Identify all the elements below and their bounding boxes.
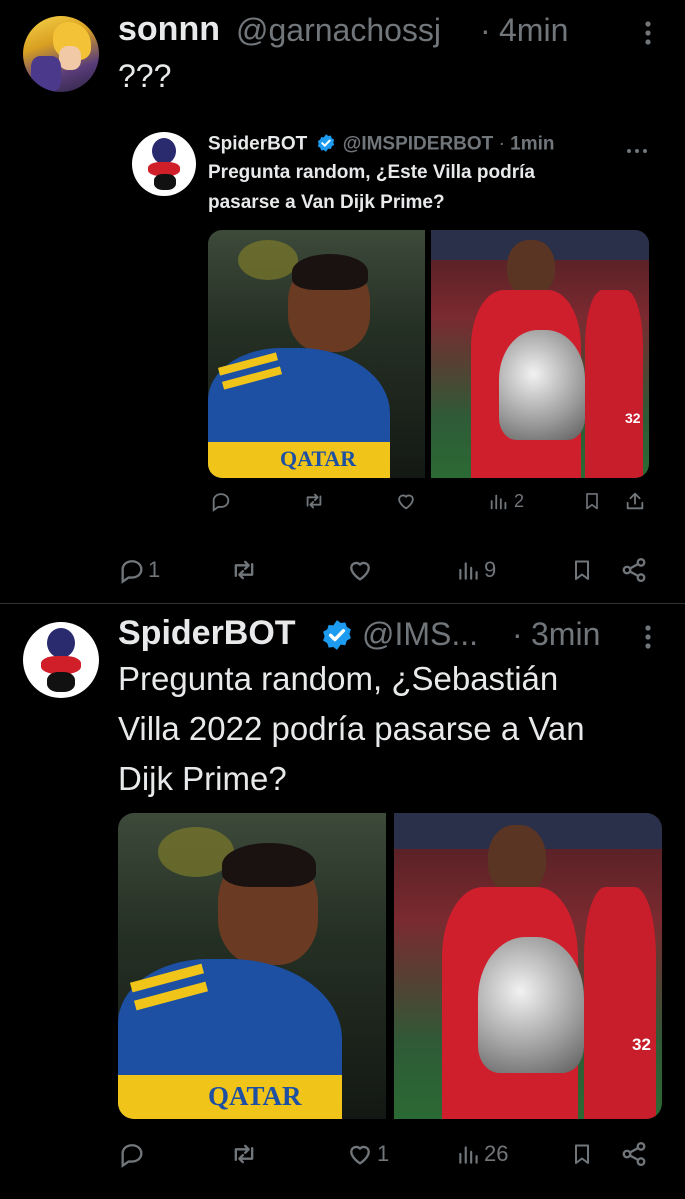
more-vertical-icon bbox=[645, 21, 651, 45]
quoted-display-name: SpiderBOT bbox=[208, 133, 308, 155]
views-icon bbox=[490, 494, 507, 510]
heart-icon bbox=[398, 494, 414, 510]
more-vertical-icon bbox=[645, 625, 651, 649]
quoted-meta-separator: · bbox=[498, 133, 505, 155]
avatar[interactable] bbox=[23, 622, 99, 698]
more-options-button[interactable] bbox=[638, 20, 658, 46]
quoted-more-icon bbox=[626, 141, 648, 159]
repost-icon bbox=[234, 1144, 254, 1164]
jersey-sponsor-text: QATAR bbox=[280, 446, 357, 471]
meta-separator: · bbox=[480, 12, 491, 48]
views-button[interactable]: 9 bbox=[456, 556, 496, 584]
quoted-like-button[interactable] bbox=[394, 490, 418, 512]
media-image-villa[interactable]: QATAR bbox=[208, 230, 425, 478]
author-display-name[interactable]: sonnn bbox=[118, 10, 220, 49]
tweet-text: ??? bbox=[118, 58, 172, 94]
quoted-tweet-card[interactable]: SpiderBOT @IMSPIDERBOT · 1min Pregunta r… bbox=[118, 114, 663, 534]
quoted-bookmark-button[interactable] bbox=[582, 490, 602, 512]
heart-icon bbox=[350, 1145, 370, 1165]
verified-badge-icon bbox=[317, 134, 334, 152]
bookmark-icon bbox=[575, 560, 589, 580]
views-icon bbox=[459, 562, 478, 580]
timestamp[interactable]: 4min bbox=[499, 12, 568, 49]
bookmark-icon bbox=[586, 493, 598, 510]
share-button[interactable] bbox=[620, 1140, 648, 1168]
bookmark-button[interactable] bbox=[570, 1140, 594, 1168]
reply-button[interactable]: 1 bbox=[118, 556, 160, 584]
media-image-van-dijk[interactable]: 32 bbox=[431, 230, 649, 478]
repost-button[interactable] bbox=[228, 1140, 260, 1168]
quoted-reply-button[interactable] bbox=[210, 490, 232, 512]
repost-icon bbox=[306, 493, 322, 509]
heart-icon bbox=[350, 561, 370, 581]
reply-button[interactable] bbox=[118, 1140, 146, 1168]
views-button[interactable]: 26 bbox=[456, 1140, 508, 1168]
quoted-views-button[interactable]: 2 bbox=[488, 490, 524, 512]
bookmark-icon bbox=[575, 1144, 589, 1164]
avatar[interactable] bbox=[23, 16, 99, 92]
author-handle[interactable]: @garnachossj bbox=[236, 12, 441, 49]
reply-icon bbox=[212, 493, 230, 512]
quoted-share-button[interactable] bbox=[624, 490, 646, 512]
repost-button[interactable] bbox=[228, 556, 260, 584]
reply-icon bbox=[121, 560, 143, 584]
tweet-text-line-1: Pregunta random, ¿Sebastián bbox=[118, 660, 559, 697]
like-button[interactable] bbox=[345, 556, 375, 584]
like-count: 1 bbox=[377, 1141, 390, 1166]
media-image-van-dijk[interactable]: 32 bbox=[394, 813, 662, 1119]
more-options-button[interactable] bbox=[638, 624, 658, 650]
bookmark-button[interactable] bbox=[570, 556, 594, 584]
views-count: 9 bbox=[484, 557, 497, 582]
reply-count: 1 bbox=[148, 557, 161, 582]
jersey-sponsor-text: QATAR bbox=[208, 1081, 302, 1111]
timestamp[interactable]: 3min bbox=[531, 616, 600, 653]
quoted-timestamp: 1min bbox=[510, 133, 555, 155]
views-count: 26 bbox=[484, 1141, 509, 1166]
author-handle[interactable]: @IMS... bbox=[362, 616, 478, 653]
quoted-text-line-1: Pregunta random, ¿Este Villa podría bbox=[208, 162, 535, 183]
shorts-number-text: 32 bbox=[632, 1035, 651, 1054]
like-button[interactable]: 1 bbox=[345, 1140, 389, 1168]
quoted-text-line-2: pasarse a Van Dijk Prime? bbox=[208, 192, 445, 213]
quoted-repost-button[interactable] bbox=[302, 490, 326, 512]
share-nodes-icon bbox=[622, 1141, 646, 1167]
quoted-handle: @IMSPIDERBOT bbox=[342, 133, 494, 155]
share-button[interactable] bbox=[620, 556, 648, 584]
share-nodes-icon bbox=[622, 557, 646, 583]
quoted-views-count: 2 bbox=[514, 490, 525, 511]
media-image-villa[interactable]: QATAR bbox=[118, 813, 386, 1119]
views-icon bbox=[459, 1146, 478, 1164]
tweet-text-line-2: Villa 2022 podría pasarse a Van bbox=[118, 710, 585, 747]
shorts-number-text: 32 bbox=[625, 410, 641, 426]
meta-separator: · bbox=[512, 616, 523, 652]
reply-icon bbox=[121, 1144, 143, 1168]
repost-icon bbox=[234, 560, 254, 580]
author-display-name[interactable]: SpiderBOT bbox=[118, 614, 296, 653]
verified-badge-icon bbox=[323, 620, 351, 650]
quoted-avatar bbox=[132, 132, 196, 196]
share-icon bbox=[626, 492, 644, 510]
tweet-divider bbox=[0, 603, 685, 604]
tweet-text-line-3: Dijk Prime? bbox=[118, 760, 287, 797]
